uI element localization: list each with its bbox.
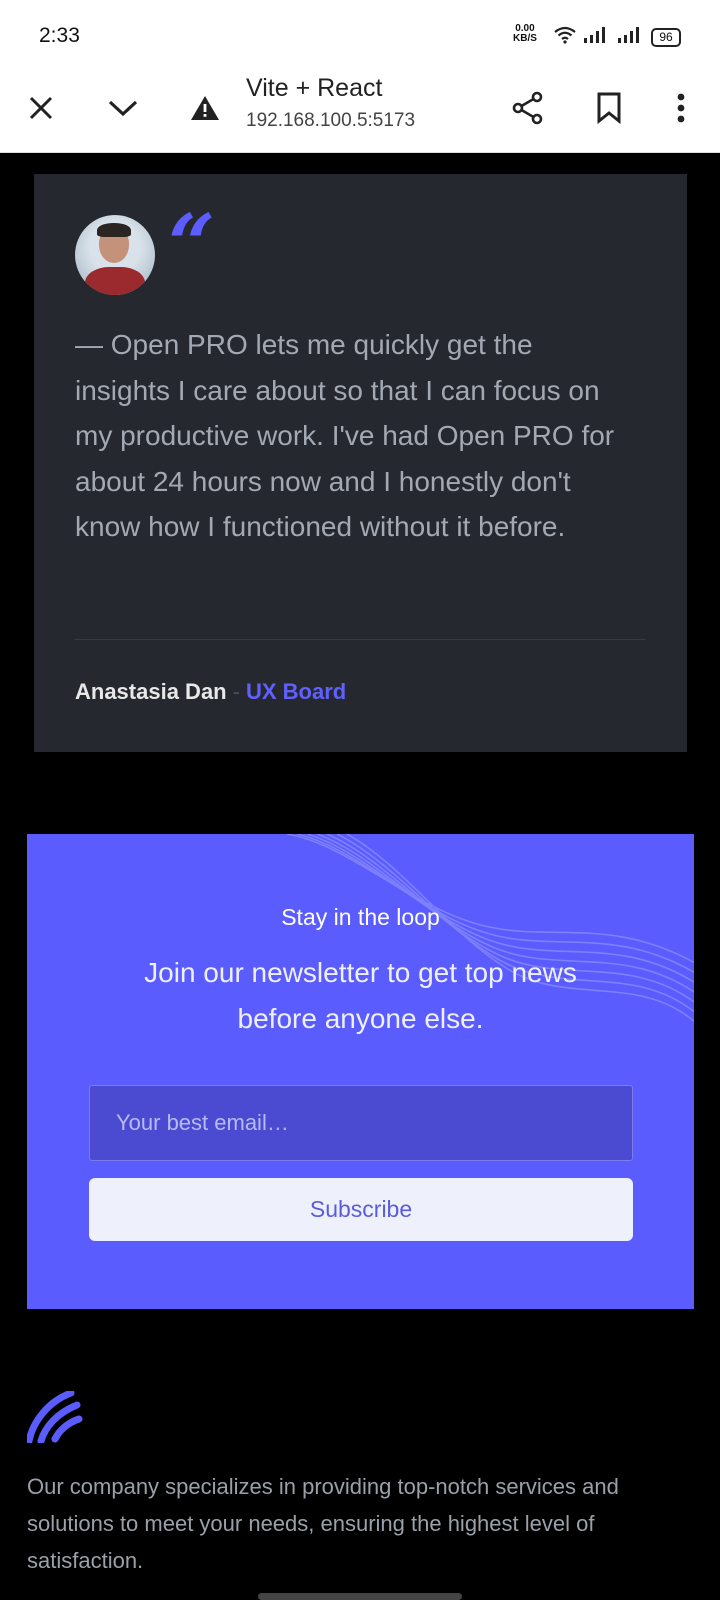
chevron-down-icon[interactable]	[101, 86, 145, 130]
quote-icon: “	[168, 197, 216, 293]
close-icon[interactable]	[19, 86, 63, 130]
subscribe-button[interactable]: Subscribe	[89, 1178, 633, 1241]
signal-icon	[618, 27, 639, 43]
newsletter-kicker: Stay in the loop	[281, 904, 440, 930]
avatar	[75, 215, 155, 295]
page-url[interactable]: 192.168.100.5:5173	[246, 110, 415, 132]
divider	[75, 639, 645, 640]
author-name: Anastasia Dan	[75, 679, 227, 704]
gesture-bar	[258, 1593, 462, 1600]
page-title: Vite + React	[246, 74, 383, 102]
battery-indicator: 96	[651, 28, 681, 47]
testimonial-text: — Open PRO lets me quickly get the insig…	[75, 329, 615, 542]
bookmark-icon[interactable]	[587, 86, 631, 130]
author-separator: -	[232, 679, 240, 704]
network-speed: 0.00 KB/S	[513, 24, 537, 44]
author-company-link[interactable]: UX Board	[246, 679, 346, 704]
newsletter-headline: Join our newsletter to get top news befo…	[144, 957, 577, 1034]
signal-icon	[584, 27, 605, 43]
warning-icon[interactable]	[183, 86, 227, 130]
browser-toolbar: Vite + React 192.168.100.5:5173	[0, 66, 720, 153]
share-icon[interactable]	[506, 86, 550, 130]
network-speed-unit: KB/S	[513, 33, 537, 44]
email-field[interactable]	[89, 1085, 633, 1161]
status-bar: 2:33 0.00 KB/S 96	[0, 0, 720, 66]
testimonial-card: “ — Open PRO lets me quickly get the ins…	[34, 174, 687, 752]
logo-icon	[27, 1391, 83, 1443]
more-icon[interactable]	[659, 86, 703, 130]
company-description: Our company specializes in providing top…	[27, 1474, 619, 1573]
newsletter-section: Stay in the loop Join our newsletter to …	[27, 834, 694, 1309]
testimonial-author: Anastasia Dan - UX Board	[75, 679, 346, 705]
wifi-icon	[554, 26, 576, 44]
status-time: 2:33	[39, 24, 80, 47]
